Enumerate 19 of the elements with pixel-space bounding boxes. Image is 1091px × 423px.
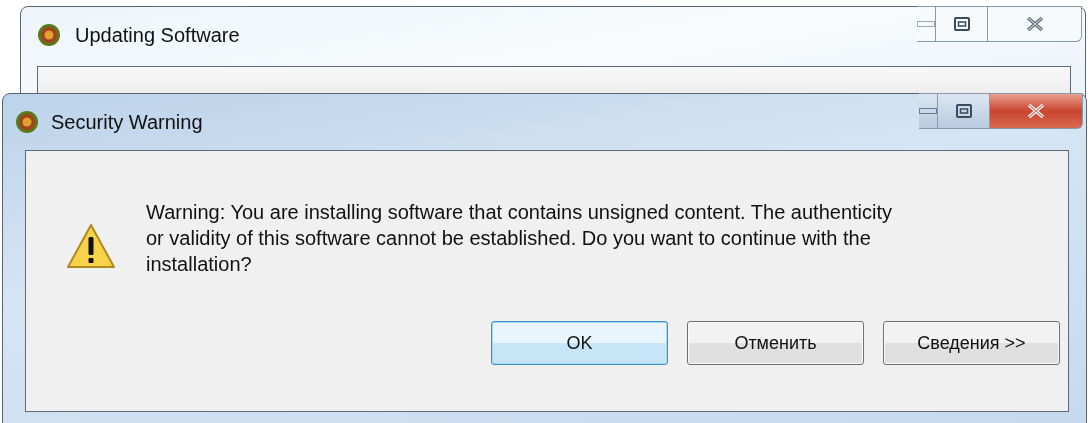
maximize-button[interactable] (936, 6, 988, 42)
warning-icon (66, 223, 116, 269)
close-icon (1025, 17, 1044, 31)
minimize-button[interactable] (919, 93, 938, 129)
dialog-button[interactable]: OK (491, 321, 668, 365)
dialog-title: Security Warning (51, 110, 203, 134)
maximize-icon (955, 104, 972, 118)
maximize-icon (953, 17, 970, 31)
minimize-icon (919, 108, 937, 114)
minimize-button[interactable] (917, 6, 936, 42)
maximize-button[interactable] (938, 93, 990, 129)
minimize-icon (917, 21, 935, 27)
warning-message: Warning: You are installing software that contains unsigned content. The authenticity or validity of this software cannot be established. Do you want to continue with the installation? (146, 200, 894, 277)
close-icon (1027, 104, 1045, 118)
app-icon (15, 110, 39, 134)
window-title: Updating Software (75, 23, 240, 47)
dialog-button[interactable]: Сведения >> (883, 321, 1060, 365)
app-icon (37, 23, 61, 47)
dialog-button[interactable]: Отменить (687, 321, 864, 365)
